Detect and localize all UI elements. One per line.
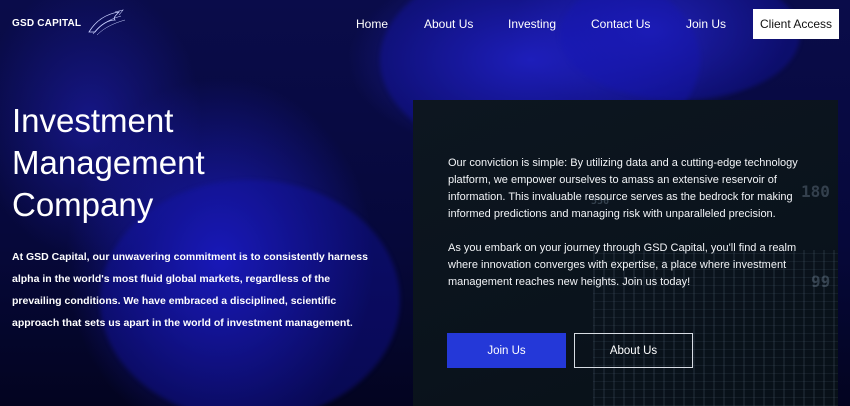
client-access-button[interactable]: Client Access bbox=[753, 9, 839, 39]
nav-home[interactable]: Home bbox=[356, 17, 388, 31]
main-nav: Home About Us Investing Contact Us Join … bbox=[0, 17, 850, 33]
info-panel: 180 556 99 Our conviction is simple: By … bbox=[413, 100, 838, 406]
join-us-button[interactable]: Join Us bbox=[447, 333, 566, 368]
nav-investing[interactable]: Investing bbox=[508, 17, 556, 31]
page-title: Investment Management Company bbox=[12, 102, 205, 223]
panel-paragraph-1: Our conviction is simple: By utilizing d… bbox=[448, 157, 798, 220]
nav-join-us[interactable]: Join Us bbox=[686, 17, 726, 31]
hero-description: At GSD Capital, our unwavering commitmen… bbox=[12, 251, 368, 329]
site-header: GSD CAPITAL Home About Us Investing Cont… bbox=[0, 0, 850, 48]
panel-paragraph-2: As you embark on your journey through GS… bbox=[448, 242, 797, 288]
about-us-button[interactable]: About Us bbox=[574, 333, 693, 368]
nav-about-us[interactable]: About Us bbox=[424, 17, 473, 31]
background-number: 99 bbox=[811, 272, 831, 291]
nav-contact-us[interactable]: Contact Us bbox=[591, 17, 650, 31]
panel-text: Our conviction is simple: By utilizing d… bbox=[448, 155, 808, 291]
